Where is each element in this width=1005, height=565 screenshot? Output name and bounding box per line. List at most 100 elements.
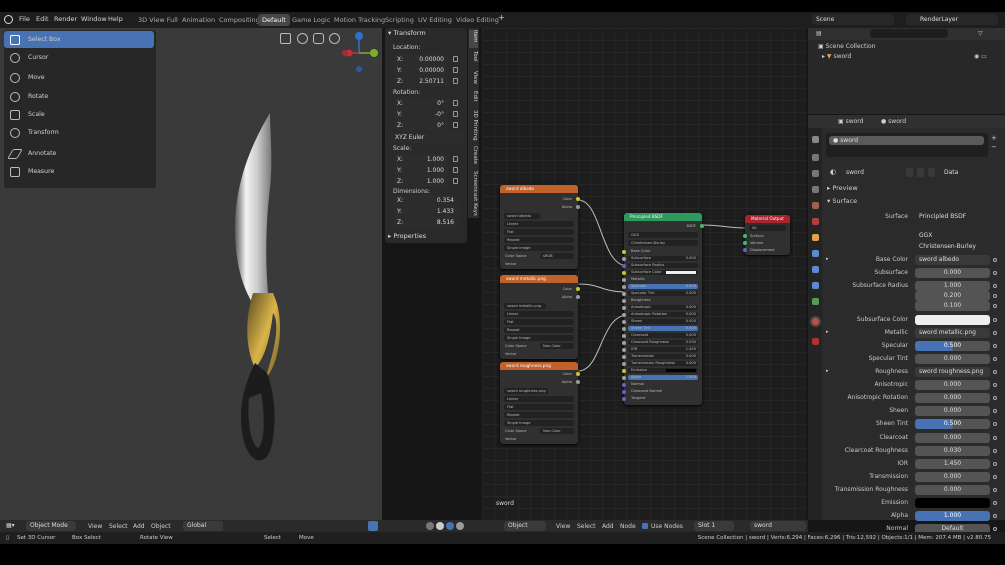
source-select[interactable]: Single Image [504, 335, 574, 341]
menu-window[interactable]: Window [81, 15, 107, 23]
browse-material-icon[interactable]: ◐ [830, 168, 836, 176]
lock-icon[interactable] [453, 156, 458, 162]
axis-gizmo[interactable] [340, 31, 382, 75]
link-socket-icon[interactable] [993, 344, 997, 348]
render-tab-icon[interactable] [812, 154, 819, 161]
subsurface-method-select[interactable]: Christensen-Burley [915, 241, 999, 252]
menu-help[interactable]: Help [108, 15, 123, 23]
property-field[interactable]: 0.500 [915, 419, 990, 429]
bsdf-input-socket[interactable] [622, 362, 626, 366]
modifier-tab-icon[interactable] [812, 250, 819, 257]
link-socket-icon[interactable] [993, 462, 997, 466]
menu-object[interactable]: Object [151, 523, 171, 530]
bsdf-input-socket[interactable] [622, 327, 626, 331]
data-tab-icon[interactable] [812, 298, 819, 305]
bsdf-input-row[interactable]: Normal [628, 382, 698, 387]
expand-input-icon[interactable]: ▸ [826, 256, 829, 262]
link-socket-icon[interactable] [993, 409, 997, 413]
visibility-eye-icon[interactable]: ◉ ▭ [974, 53, 987, 60]
property-field[interactable]: 0.000 [915, 406, 990, 416]
add-workspace-icon[interactable]: + [498, 13, 505, 22]
node-material-output[interactable]: Material Output All Surface Volume Displ… [743, 215, 790, 255]
link-socket-icon[interactable] [993, 258, 997, 262]
interp-select[interactable]: Linear [504, 396, 574, 402]
zoom-icon[interactable] [329, 33, 340, 44]
tab-3d-view-full[interactable]: 3D View Full [134, 14, 182, 26]
property-field[interactable]: 0.030 [915, 446, 990, 456]
shading-material-icon[interactable] [446, 522, 454, 530]
tool-measure[interactable]: Measure [4, 163, 154, 180]
node-texture-roughness[interactable]: sword roughness.png Color Alpha sword ro… [500, 362, 580, 444]
tab-video-editing[interactable]: Video Editing [452, 14, 503, 26]
shading-wireframe-icon[interactable] [426, 522, 434, 530]
sword-model[interactable] [225, 108, 295, 473]
bsdf-input-socket[interactable] [622, 299, 626, 303]
material-name-field[interactable]: sword [842, 167, 904, 178]
socket-bsdf[interactable] [700, 224, 704, 228]
bsdf-input-row[interactable]: Subsurface 0.000 [628, 256, 698, 261]
render-layer-selector[interactable]: RenderLayer [906, 14, 998, 25]
bsdf-input-row[interactable]: Clearcoat 0.000 [628, 333, 698, 338]
bsdf-input-socket[interactable] [622, 334, 626, 338]
location-y[interactable]: Y: 0.00000 [393, 65, 449, 76]
dimension-z[interactable]: Z: 8.516 [393, 217, 459, 228]
rotation-mode-select[interactable]: XYZ Euler [391, 132, 463, 143]
link-socket-icon[interactable] [993, 357, 997, 361]
image-selector[interactable]: sword roughness.png [504, 388, 548, 394]
scale-y[interactable]: Y: 1.000 [393, 165, 449, 176]
texture-tab-icon[interactable] [812, 338, 819, 345]
bsdf-input-socket[interactable] [622, 341, 626, 345]
scale-z[interactable]: Z: 1.000 [393, 176, 449, 187]
property-field[interactable]: sword roughness.png [915, 367, 990, 377]
rotation-y[interactable]: Y: -0° [393, 109, 449, 120]
bsdf-input-row[interactable]: Clearcoat Normal [628, 389, 698, 394]
bsdf-input-socket[interactable] [622, 285, 626, 289]
tab-scripting[interactable]: Scripting [381, 14, 418, 26]
link-socket-icon[interactable] [993, 527, 997, 531]
bsdf-input-row[interactable]: Base Color [628, 249, 698, 254]
expand-input-icon[interactable]: ▸ [826, 329, 829, 335]
bsdf-input-row[interactable]: Alpha 1.000 [628, 375, 698, 380]
material-tab-icon[interactable] [810, 316, 821, 327]
color-space-select[interactable]: Non-Color [540, 428, 574, 434]
menu-render[interactable]: Render [54, 15, 77, 23]
unlink-material-button[interactable] [928, 168, 935, 177]
property-field[interactable]: 1.000 [915, 281, 990, 291]
link-socket-icon[interactable] [993, 422, 997, 426]
color-space-select[interactable]: Non-Color [540, 343, 574, 349]
tab-default[interactable]: Default [258, 14, 290, 26]
link-data-select[interactable]: Data [940, 167, 998, 178]
socket-surface[interactable] [743, 234, 747, 238]
bsdf-input-row[interactable]: Anisotropic 0.000 [628, 305, 698, 310]
transform-header[interactable]: ▾ Transform [388, 29, 426, 37]
node-menu-add[interactable]: Add [602, 523, 614, 530]
bsdf-input-socket[interactable] [622, 292, 626, 296]
link-socket-icon[interactable] [993, 284, 997, 288]
link-socket-icon[interactable] [993, 475, 997, 479]
bsdf-input-row[interactable]: Roughness [628, 298, 698, 303]
property-field[interactable]: 1.000 [915, 511, 990, 521]
scene-tab-icon[interactable] [812, 202, 819, 209]
rotation-x[interactable]: X: 0° [393, 98, 449, 109]
bsdf-input-row[interactable]: Transmission Roughness 0.000 [628, 361, 698, 366]
link-socket-icon[interactable] [993, 514, 997, 518]
projection-select[interactable]: Flat [504, 229, 574, 235]
surface-shader-field[interactable]: Principled BSDF [915, 211, 999, 222]
duplicate-material-button[interactable] [917, 168, 924, 177]
tool-select-box[interactable]: Select Box [4, 31, 154, 48]
menu-select[interactable]: Select [109, 523, 128, 530]
bsdf-input-row[interactable]: Subsurface Color [628, 270, 698, 275]
socket-alpha[interactable] [576, 380, 580, 384]
bsdf-input-socket[interactable] [622, 278, 626, 282]
extension-select[interactable]: Repeat [504, 237, 574, 243]
target-select[interactable]: All [749, 225, 786, 231]
menu-view[interactable]: View [88, 523, 102, 530]
extension-select[interactable]: Repeat [504, 412, 574, 418]
link-socket-icon[interactable] [993, 449, 997, 453]
bsdf-input-socket[interactable] [622, 271, 626, 275]
source-select[interactable]: Single Image [504, 420, 574, 426]
menu-file[interactable]: File [19, 15, 30, 23]
tab-uv-editing[interactable]: UV Editing [414, 14, 456, 26]
bsdf-input-socket[interactable] [622, 348, 626, 352]
outliner-scene-collection[interactable]: ▣ Scene Collection [818, 43, 875, 50]
